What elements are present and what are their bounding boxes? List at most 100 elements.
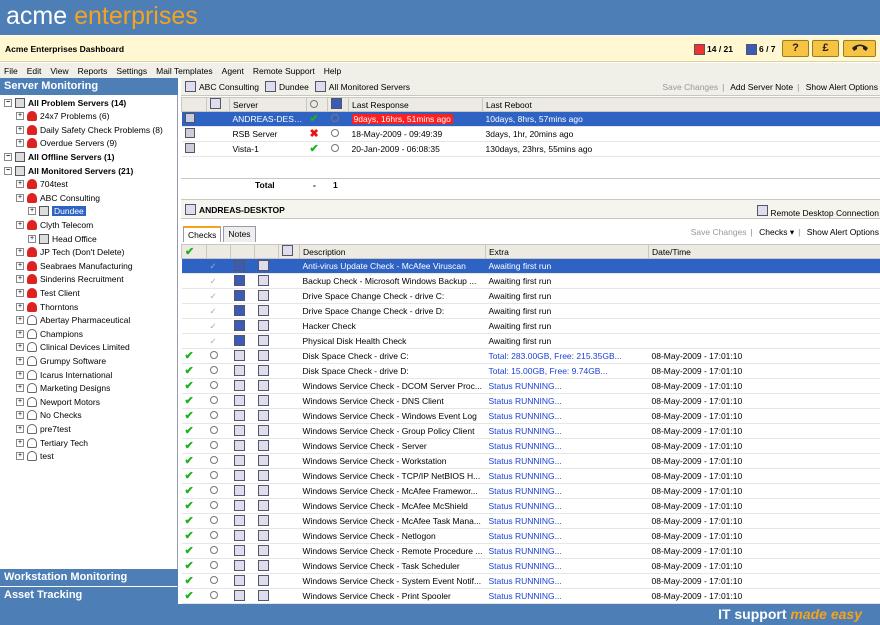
check-row[interactable]: ✔ Windows Service Check - McAfee Framewo… <box>181 483 880 499</box>
tree-node[interactable]: + pre7test <box>16 422 71 435</box>
menu-file[interactable]: File <box>4 66 18 76</box>
expand-toggle[interactable]: + <box>16 248 24 257</box>
crumb-servers[interactable]: All Monitored Servers <box>329 82 410 92</box>
tree-node[interactable]: + Grumpy Software <box>16 354 106 367</box>
check-row[interactable]: ✔ Windows Service Check - DCOM Server Pr… <box>181 378 880 394</box>
expand-toggle[interactable]: + <box>16 180 24 189</box>
expand-toggle[interactable]: + <box>16 329 24 338</box>
check-row[interactable]: ✔ Windows Service Check - DNS Client Sta… <box>181 393 880 409</box>
tree-node[interactable]: + Head Office <box>28 232 97 245</box>
check-row[interactable]: ✓ Physical Disk Health Check Awaiting fi… <box>181 333 880 349</box>
checks-alert-options-link[interactable]: Show Alert Options <box>807 227 879 237</box>
col-type[interactable] <box>181 97 207 112</box>
server-row[interactable]: RSB Server ✖ 18-May-2009 - 09:49:39 3day… <box>181 126 880 142</box>
help-button[interactable]: ? <box>782 40 809 57</box>
tree-node[interactable]: + Dundee <box>28 205 86 218</box>
menu-view[interactable]: View <box>50 66 68 76</box>
problem-counter[interactable]: 14 / 21 <box>694 42 733 56</box>
tree-node[interactable]: + Clinical Devices Limited <box>16 341 130 354</box>
expand-toggle[interactable]: + <box>16 343 24 352</box>
menu-mail-templates[interactable]: Mail Templates <box>156 66 213 76</box>
col-last-reboot[interactable]: Last Reboot <box>482 97 880 112</box>
tree-node[interactable]: + Champions <box>16 327 83 340</box>
expand-toggle[interactable]: − <box>4 98 12 107</box>
check-row[interactable]: ✓ Backup Check - Microsoft Windows Backu… <box>181 273 880 289</box>
tree-node[interactable]: + test <box>16 450 54 463</box>
col-last-response[interactable]: Last Response <box>348 97 483 112</box>
check-row[interactable]: ✔ Windows Service Check - Task Scheduler… <box>181 558 880 574</box>
check-row[interactable]: ✔ Windows Service Check - McAfee Task Ma… <box>181 513 880 529</box>
tree-node[interactable]: + Daily Safety Check Problems (8) <box>16 123 163 136</box>
server-row[interactable]: ANDREAS-DESK... ✔ 9days, 16hrs, 51mins a… <box>181 111 880 127</box>
expand-toggle[interactable]: + <box>16 302 24 311</box>
tree-node[interactable]: + Overdue Servers (9) <box>16 137 117 150</box>
save-changes-link[interactable]: Save Changes <box>662 82 718 92</box>
tree-node[interactable]: +24x7 Problems (6) <box>16 110 109 123</box>
tree-node[interactable]: + Tertiary Tech <box>16 436 88 449</box>
tree-node[interactable]: + Sinderins Recruitment <box>16 273 124 286</box>
add-server-note-link[interactable]: Add Server Note <box>730 82 793 92</box>
col-description[interactable]: Description <box>299 244 486 259</box>
col-check[interactable] <box>327 97 349 112</box>
asset-tracking-header[interactable]: Asset Tracking <box>0 587 178 604</box>
tree-node[interactable]: + Seabraes Manufacturing <box>16 259 133 272</box>
server-row[interactable]: Vista-1 ✔ 20-Jan-2009 - 06:08:35 130days… <box>181 141 880 157</box>
tree-node[interactable]: + Test Client <box>16 286 80 299</box>
tree-node[interactable]: − All Problem Servers (14) <box>4 96 126 109</box>
expand-toggle[interactable]: + <box>16 397 24 406</box>
menu-remote-support[interactable]: Remote Support <box>253 66 315 76</box>
check-row[interactable]: ✔ Windows Service Check - System Event N… <box>181 573 880 589</box>
check-row[interactable]: ✔ Windows Service Check - Group Policy C… <box>181 423 880 439</box>
crumb-client[interactable]: ABC Consulting <box>199 82 259 92</box>
expand-toggle[interactable]: + <box>16 112 24 121</box>
check-row[interactable]: ✓ Hacker Check Awaiting first run <box>181 318 880 334</box>
col-online[interactable] <box>306 97 328 112</box>
expand-toggle[interactable]: + <box>16 452 24 461</box>
tab-notes[interactable]: Notes <box>223 226 256 242</box>
check-row[interactable]: ✔ Windows Service Check - McAfee McShiel… <box>181 498 880 514</box>
remote-desktop-link[interactable]: Remote Desktop Connection <box>756 205 879 218</box>
expand-toggle[interactable]: − <box>4 152 12 161</box>
check-row[interactable]: ✔ Windows Service Check - Workstation St… <box>181 453 880 469</box>
expand-toggle[interactable]: + <box>16 275 24 284</box>
check-row[interactable]: ✓ Drive Space Change Check - drive D: Aw… <box>181 303 880 319</box>
menu-edit[interactable]: Edit <box>27 66 42 76</box>
check-row[interactable]: ✓ Anti-virus Update Check - McAfee Virus… <box>181 258 880 274</box>
tree-node[interactable]: + Abertay Pharmaceutical <box>16 314 130 327</box>
tree-node[interactable]: + JP Tech (Don't Delete) <box>16 246 124 259</box>
col-sched[interactable] <box>230 244 255 259</box>
tree-node[interactable]: + No Checks <box>16 409 82 422</box>
tree-node[interactable]: − All Offline Servers (1) <box>4 150 114 163</box>
expand-toggle[interactable]: + <box>16 193 24 202</box>
tree-node[interactable]: + ABC Consulting <box>16 191 100 204</box>
tree-node[interactable]: + Clyth Telecom <box>16 218 93 231</box>
expand-toggle[interactable]: + <box>16 261 24 270</box>
expand-toggle[interactable]: + <box>16 220 24 229</box>
expand-toggle[interactable]: − <box>4 166 12 175</box>
server-monitoring-header[interactable]: Server Monitoring <box>0 78 178 95</box>
expand-toggle[interactable]: + <box>28 234 36 243</box>
menu-help[interactable]: Help <box>324 66 341 76</box>
col-extra[interactable]: Extra <box>485 244 649 259</box>
expand-toggle[interactable]: + <box>16 125 24 134</box>
tree-node[interactable]: + Marketing Designs <box>16 382 110 395</box>
col-status[interactable]: ✔ <box>181 244 207 259</box>
col-ack[interactable] <box>206 244 231 259</box>
col-notes[interactable] <box>278 244 300 259</box>
menu-settings[interactable]: Settings <box>116 66 147 76</box>
tree-node[interactable]: − All Monitored Servers (21) <box>4 164 133 177</box>
show-alert-options-link[interactable]: Show Alert Options <box>806 82 878 92</box>
tree-node[interactable]: + Thorntons <box>16 300 78 313</box>
expand-toggle[interactable]: + <box>16 424 24 433</box>
workstation-monitoring-header[interactable]: Workstation Monitoring <box>0 569 178 586</box>
expand-toggle[interactable]: + <box>16 370 24 379</box>
check-row[interactable]: ✔ Disk Space Check - drive C: Total: 283… <box>181 348 880 364</box>
tree-node[interactable]: + Icarus International <box>16 368 112 381</box>
col-note[interactable] <box>206 97 230 112</box>
checks-menu[interactable]: Checks ▾ <box>759 227 794 237</box>
check-row[interactable]: ✔ Windows Service Check - Print Spooler … <box>181 588 880 604</box>
checks-save-link[interactable]: Save Changes <box>691 227 747 237</box>
tree-node[interactable]: + Newport Motors <box>16 395 100 408</box>
col-server[interactable]: Server <box>229 97 307 112</box>
expand-toggle[interactable]: + <box>16 411 24 420</box>
